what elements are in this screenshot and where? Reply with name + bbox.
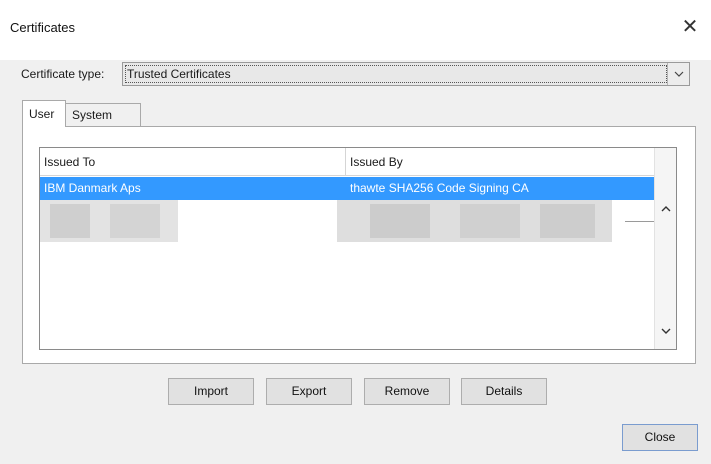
window-title: Certificates: [10, 20, 76, 35]
certificate-type-dropdown[interactable]: Trusted Certificates: [122, 62, 690, 86]
vertical-scrollbar[interactable]: [654, 148, 676, 349]
dropdown-button[interactable]: [667, 63, 689, 85]
redacted-block: [460, 204, 520, 238]
certificate-type-value: Trusted Certificates: [127, 67, 231, 81]
chevron-down-icon: [674, 71, 684, 77]
chevron-up-icon[interactable]: [660, 204, 672, 214]
column-header-issued-by[interactable]: Issued By: [346, 148, 654, 176]
export-button[interactable]: Export: [266, 378, 352, 405]
tab-user[interactable]: User: [22, 100, 66, 127]
import-button[interactable]: Import: [168, 378, 254, 405]
redacted-block: [370, 204, 430, 238]
details-button[interactable]: Details: [461, 378, 547, 405]
cell-issued-by: thawte SHA256 Code Signing CA: [350, 181, 529, 195]
list-header: Issued To Issued By: [40, 148, 654, 176]
redacted-block: [50, 204, 90, 238]
title-bar: Certificates ✕: [0, 0, 711, 60]
redacted-block: [540, 204, 595, 238]
column-header-issued-to[interactable]: Issued To: [40, 148, 346, 176]
certificate-list[interactable]: Issued To Issued By IBM Danmark Aps thaw…: [39, 147, 677, 350]
cell-issued-to: IBM Danmark Aps: [44, 181, 141, 195]
certificate-type-label: Certificate type:: [21, 67, 105, 81]
redacted-block: [110, 204, 160, 238]
close-icon[interactable]: ✕: [680, 17, 700, 37]
chevron-down-icon[interactable]: [660, 326, 672, 336]
tab-system[interactable]: System: [65, 103, 141, 126]
table-row[interactable]: IBM Danmark Aps thawte SHA256 Code Signi…: [40, 177, 654, 200]
divider: [625, 221, 654, 222]
tab-panel: Issued To Issued By IBM Danmark Aps thaw…: [22, 126, 696, 364]
close-button[interactable]: Close: [622, 424, 698, 451]
remove-button[interactable]: Remove: [364, 378, 450, 405]
redacted-row[interactable]: [40, 200, 654, 242]
